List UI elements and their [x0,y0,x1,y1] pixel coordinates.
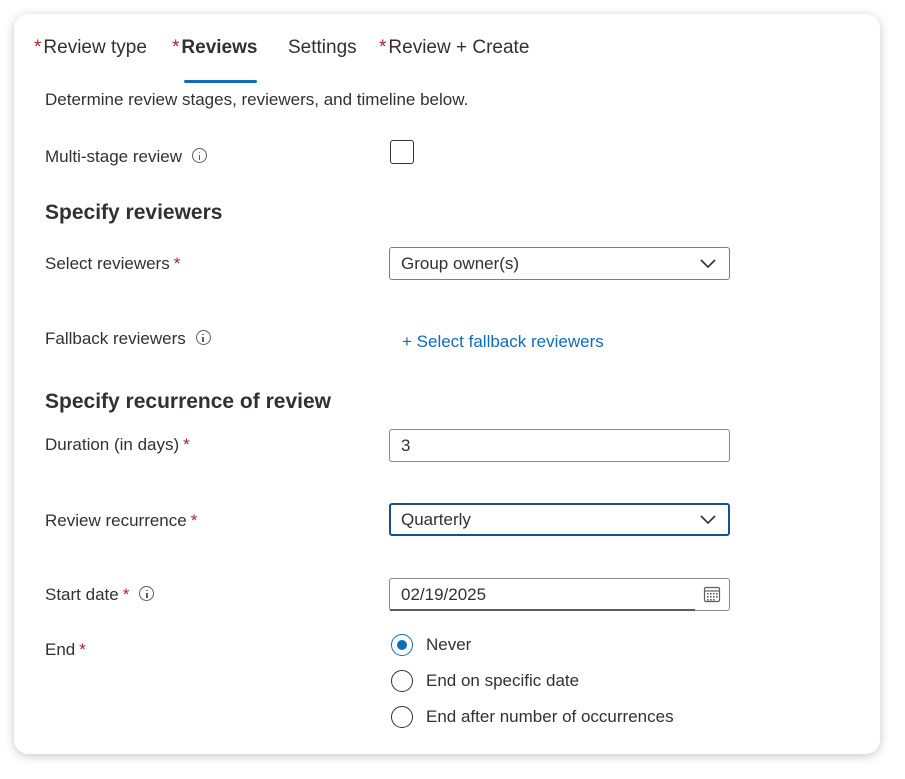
tab-reviews[interactable]: * Reviews [172,36,258,84]
duration-label: Duration (in days) [45,435,180,454]
review-form-card: * Review type * Reviews Settings * Review +… [14,14,880,754]
tab-review-create[interactable]: * Review + Create [379,36,529,84]
review-recurrence-label: Review recurrence [45,511,187,530]
start-date-label-row: Start date * [45,585,155,605]
duration-input[interactable]: 3 [389,429,730,462]
start-date-label: Start date [45,585,119,604]
chevron-down-icon [700,259,716,269]
info-icon[interactable] [139,586,155,602]
end-never-label[interactable]: Never [426,635,471,655]
tab-label: Review + Create [388,37,530,58]
end-label-row: End * [45,640,86,660]
tab-settings[interactable]: Settings [286,36,357,84]
fallback-reviewers-label-row: Fallback reviewers [45,329,211,349]
required-marker: * [379,37,387,58]
calendar-icon[interactable] [703,585,721,603]
required-marker: * [190,511,198,530]
start-date-value: 02/19/2025 [401,585,487,604]
required-marker: * [122,585,130,604]
multi-stage-label-row: Multi-stage review [45,147,207,167]
active-tab-indicator [184,80,258,83]
multi-stage-checkbox[interactable] [390,140,414,164]
multi-stage-label: Multi-stage review [45,147,182,166]
date-input-underline [390,609,695,611]
end-never-radio[interactable] [391,634,413,656]
review-recurrence-label-row: Review recurrence * [45,511,197,531]
end-occurrences-radio[interactable] [391,706,413,728]
required-marker: * [34,37,42,58]
tab-label: Reviews [181,37,258,58]
tab-review-type[interactable]: * Review type [34,36,147,84]
select-fallback-reviewers-link[interactable]: + Select fallback reviewers [402,332,604,352]
duration-label-row: Duration (in days) * [45,435,190,455]
fallback-reviewers-label: Fallback reviewers [45,329,186,348]
end-specific-date-radio[interactable] [391,670,413,692]
duration-value: 3 [401,436,411,455]
end-label: End [45,640,76,659]
required-marker: * [173,254,181,273]
required-marker: * [79,640,86,659]
select-reviewers-label: Select reviewers [45,254,170,273]
start-date-input[interactable]: 02/19/2025 [389,578,730,611]
required-marker: * [183,435,190,454]
info-icon[interactable] [192,148,207,164]
select-reviewers-value: Group owner(s) [401,254,520,273]
section-title-reviewers: Specify reviewers [45,201,223,224]
review-recurrence-value: Quarterly [401,510,471,529]
end-specific-date-label[interactable]: End on specific date [426,671,579,691]
end-occurrences-label[interactable]: End after number of occurrences [426,707,674,727]
required-marker: * [172,37,180,58]
page-description: Determine review stages, reviewers, and … [45,90,469,109]
review-recurrence-dropdown[interactable]: Quarterly [389,503,730,536]
select-reviewers-label-row: Select reviewers * [45,254,180,274]
select-reviewers-dropdown[interactable]: Group owner(s) [389,247,730,280]
chevron-down-icon [700,515,716,525]
section-title-recurrence: Specify recurrence of review [45,390,331,413]
tab-label: Settings [288,37,357,58]
info-icon[interactable] [195,330,211,346]
tab-label: Review type [43,37,147,58]
